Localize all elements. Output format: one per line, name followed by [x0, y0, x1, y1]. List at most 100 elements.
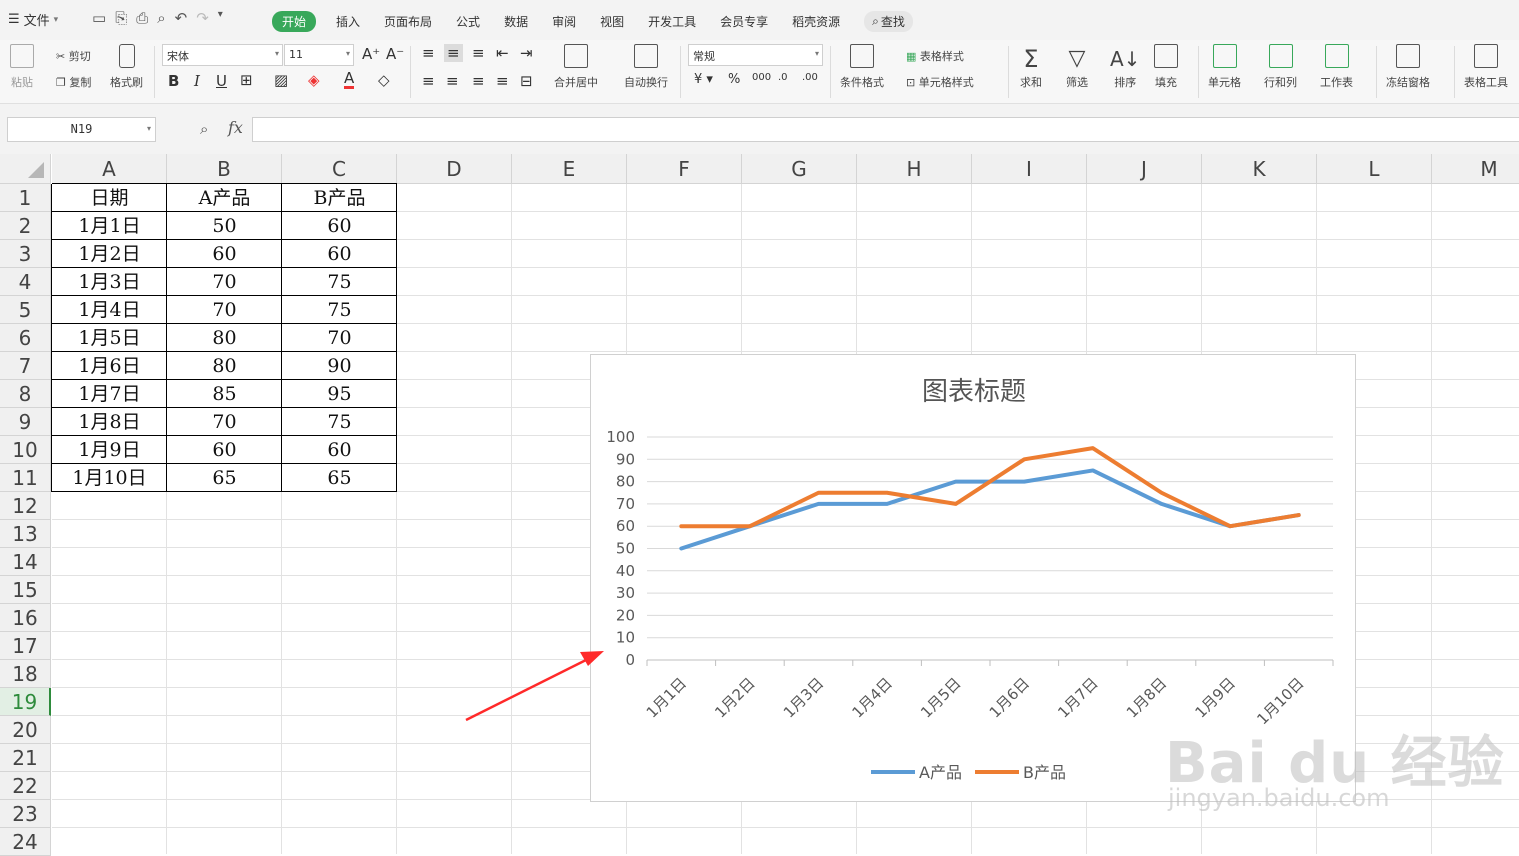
increase-font-icon[interactable]: A⁺: [362, 45, 380, 63]
cut-button[interactable]: ✂ 剪切: [56, 48, 91, 64]
function-icon[interactable]: fx: [228, 118, 243, 137]
increase-decimal-icon[interactable]: .0: [778, 72, 788, 83]
cell-b8[interactable]: 85: [167, 380, 282, 408]
tab-view[interactable]: 视图: [600, 13, 624, 30]
sum-button[interactable]: Σ 求和: [1020, 44, 1042, 90]
copy-button[interactable]: ❐ 复制: [56, 74, 91, 90]
fill-color-icon[interactable]: ◈: [308, 71, 320, 89]
table-style-button[interactable]: ▦ 表格样式: [906, 48, 964, 64]
formula-input[interactable]: [252, 117, 1519, 142]
cell-c7[interactable]: 90: [282, 352, 397, 380]
cell-b4[interactable]: 70: [167, 268, 282, 296]
tab-insert[interactable]: 插入: [336, 13, 360, 30]
align-middle-icon[interactable]: ≡: [444, 44, 463, 62]
redo-icon[interactable]: ↷: [196, 9, 209, 27]
decrease-font-icon[interactable]: A⁻: [386, 45, 404, 63]
conditional-format-button[interactable]: 条件格式: [840, 44, 884, 90]
font-size-select[interactable]: 11 ▾: [284, 44, 354, 66]
cell-c9[interactable]: 75: [282, 408, 397, 436]
align-left-icon[interactable]: ≡: [422, 72, 435, 90]
indent-decrease-icon[interactable]: ⇤: [496, 44, 509, 62]
cell-c3[interactable]: 60: [282, 240, 397, 268]
cell-b1[interactable]: A产品: [167, 184, 282, 212]
indent-increase-icon[interactable]: ⇥: [520, 44, 533, 62]
wrap-text-button[interactable]: 自动换行: [624, 44, 668, 90]
search-button[interactable]: ⌕ 查找: [864, 11, 913, 32]
align-top-icon[interactable]: ≡: [422, 44, 435, 62]
name-box[interactable]: N19 ▾: [7, 117, 156, 142]
tab-formulas[interactable]: 公式: [456, 13, 480, 30]
sort-button[interactable]: A↓ 排序: [1110, 44, 1140, 90]
print-preview-icon[interactable]: ⌕: [157, 9, 165, 27]
distributed-icon[interactable]: ⊟: [520, 72, 533, 90]
row-col-button[interactable]: 行和列: [1264, 44, 1297, 90]
tab-home[interactable]: 开始: [272, 11, 317, 32]
cell-c5[interactable]: 75: [282, 296, 397, 324]
cell-c1[interactable]: B产品: [282, 184, 397, 212]
font-name-select[interactable]: 宋体 ▾: [162, 44, 283, 66]
tab-page-layout[interactable]: 页面布局: [384, 13, 432, 30]
filter-button[interactable]: ▽ 筛选: [1066, 44, 1088, 90]
thousands-icon[interactable]: 000: [752, 72, 771, 83]
number-format-select[interactable]: 常规 ▾: [688, 44, 823, 66]
underline-icon[interactable]: U: [216, 72, 227, 90]
border-icon[interactable]: ⊞: [240, 71, 253, 89]
undo-icon[interactable]: ↶: [175, 9, 188, 27]
fill-button[interactable]: 填充: [1154, 44, 1178, 90]
tab-review[interactable]: 审阅: [552, 13, 576, 30]
file-menu[interactable]: ☰ 文件 ▾: [8, 10, 58, 29]
font-color-icon[interactable]: A: [344, 70, 355, 89]
cell-c11[interactable]: 65: [282, 464, 397, 492]
worksheet-button[interactable]: 工作表: [1320, 44, 1353, 90]
tab-data[interactable]: 数据: [504, 13, 528, 30]
customize-icon[interactable]: ▾: [218, 9, 223, 27]
cell-a5[interactable]: 1月4日: [52, 296, 167, 324]
cell-b10[interactable]: 60: [167, 436, 282, 464]
bold-icon[interactable]: B: [168, 72, 179, 90]
cell-a4[interactable]: 1月3日: [52, 268, 167, 296]
eraser-icon[interactable]: ◇: [378, 71, 390, 89]
cell-b2[interactable]: 50: [167, 212, 282, 240]
cell-b11[interactable]: 65: [167, 464, 282, 492]
table-tools-button[interactable]: 表格工具: [1464, 44, 1508, 90]
cell-a2[interactable]: 1月1日: [52, 212, 167, 240]
cell-a11[interactable]: 1月10日: [52, 464, 167, 492]
currency-icon[interactable]: ¥ ▾: [694, 72, 713, 87]
align-right-icon[interactable]: ≡: [472, 72, 485, 90]
freeze-panes-button[interactable]: 冻结窗格: [1386, 44, 1430, 90]
cell-c6[interactable]: 70: [282, 324, 397, 352]
fill-pattern-icon[interactable]: ▨: [274, 71, 288, 89]
cell-c2[interactable]: 60: [282, 212, 397, 240]
paste-button[interactable]: 粘贴: [10, 44, 34, 90]
save-icon[interactable]: ▭: [92, 9, 106, 27]
cell-b7[interactable]: 80: [167, 352, 282, 380]
cell-button[interactable]: 单元格: [1208, 44, 1241, 90]
cell-b5[interactable]: 70: [167, 296, 282, 324]
tab-developer[interactable]: 开发工具: [648, 13, 696, 30]
cell-a3[interactable]: 1月2日: [52, 240, 167, 268]
cell-a1[interactable]: 日期: [52, 184, 167, 212]
cell-a8[interactable]: 1月7日: [52, 380, 167, 408]
merge-center-button[interactable]: 合并居中: [554, 44, 598, 90]
tab-member[interactable]: 会员专享: [720, 13, 768, 30]
cell-style-button[interactable]: ⊡ 单元格样式: [906, 74, 974, 90]
cell-c8[interactable]: 95: [282, 380, 397, 408]
tab-docer[interactable]: 稻壳资源: [792, 13, 840, 30]
cell-a6[interactable]: 1月5日: [52, 324, 167, 352]
cell-a10[interactable]: 1月9日: [52, 436, 167, 464]
align-bottom-icon[interactable]: ≡: [472, 44, 485, 62]
align-center-icon[interactable]: ≡: [446, 72, 459, 90]
cell-b3[interactable]: 60: [167, 240, 282, 268]
format-painter-button[interactable]: 格式刷: [110, 44, 143, 90]
cell-c10[interactable]: 60: [282, 436, 397, 464]
cell-b6[interactable]: 80: [167, 324, 282, 352]
justify-icon[interactable]: ≡: [496, 72, 509, 90]
export-icon[interactable]: ⎘: [115, 9, 127, 27]
percent-icon[interactable]: %: [728, 72, 740, 87]
decrease-decimal-icon[interactable]: .00: [802, 72, 818, 83]
zoom-icon[interactable]: ⌕: [200, 120, 208, 138]
print-icon[interactable]: ⎙: [136, 9, 148, 27]
italic-icon[interactable]: I: [194, 72, 200, 90]
cell-a9[interactable]: 1月8日: [52, 408, 167, 436]
cell-b9[interactable]: 70: [167, 408, 282, 436]
